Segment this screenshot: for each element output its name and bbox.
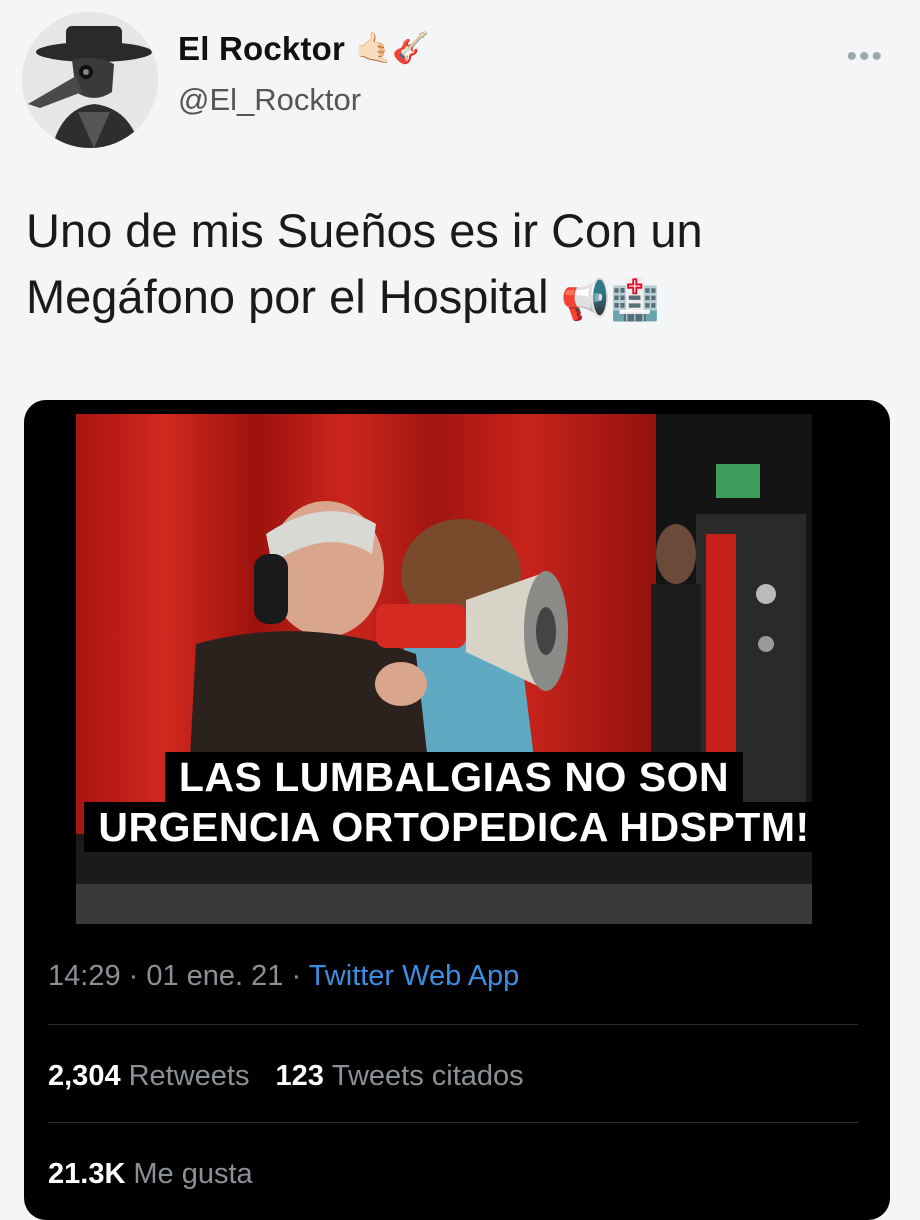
- likes-label: Me gusta: [133, 1158, 253, 1190]
- meme-caption: LAS LUMBALGIAS NO SON URGENCIA ORTOPEDIC…: [84, 752, 824, 852]
- quote-tweets-stat[interactable]: 123 Tweets citados: [275, 1060, 523, 1092]
- quote-tweets-count: 123: [275, 1060, 324, 1092]
- tweet-text-line-1: Uno de mis Sueños es ir Con un: [26, 204, 703, 257]
- tweet-source-link[interactable]: Twitter Web App: [309, 960, 520, 992]
- separator-dot: ·: [283, 960, 309, 992]
- tweet-text: Uno de mis Sueños es ir Con un Megáfono …: [26, 198, 886, 333]
- avatar[interactable]: [22, 12, 158, 148]
- tweet-text-line-2: Megáfono por el Hospital 📢🏥: [26, 264, 886, 333]
- tweet-date[interactable]: 01 ene. 21: [146, 960, 283, 992]
- tweet-timestamp-row: 14:29 · 01 ene. 21 · Twitter Web App: [48, 960, 519, 993]
- caption-line-2: URGENCIA ORTOPEDICA HDSPTM!: [84, 802, 824, 852]
- hand-guitar-emoji-icon: 🤙🏻🎸: [355, 32, 430, 65]
- caption-line-1: LAS LUMBALGIAS NO SON: [164, 752, 744, 802]
- retweet-stats-row: 2,304 Retweets 123 Tweets citados: [48, 1060, 524, 1093]
- plague-doctor-icon: [22, 12, 158, 148]
- divider: [48, 1122, 858, 1123]
- divider: [48, 1024, 858, 1025]
- tweet-time[interactable]: 14:29: [48, 960, 121, 992]
- likes-stat[interactable]: 21.3K Me gusta: [48, 1158, 253, 1190]
- quote-tweets-label: Tweets citados: [331, 1060, 524, 1092]
- retweets-stat[interactable]: 2,304 Retweets: [48, 1060, 249, 1092]
- separator-dot: ·: [120, 960, 147, 992]
- retweets-label: Retweets: [128, 1060, 250, 1092]
- more-options-button[interactable]: •••: [846, 40, 884, 74]
- likes-count: 21.3K: [48, 1158, 126, 1190]
- likes-stats-row: 21.3K Me gusta: [48, 1158, 253, 1191]
- display-name[interactable]: El Rocktor: [178, 30, 345, 68]
- retweets-count: 2,304: [48, 1060, 121, 1092]
- tweet-header: El Rocktor 🤙🏻🎸 @El_Rocktor •••: [0, 0, 920, 170]
- tweet-text-line-2-content: Megáfono por el Hospital: [26, 270, 549, 323]
- display-name-row: El Rocktor 🤙🏻🎸: [178, 30, 430, 68]
- megaphone-hospital-emoji-icon: 📢🏥: [560, 278, 661, 322]
- embedded-tweet-card[interactable]: LAS LUMBALGIAS NO SON URGENCIA ORTOPEDIC…: [24, 400, 890, 1220]
- user-handle[interactable]: @El_Rocktor: [178, 82, 361, 118]
